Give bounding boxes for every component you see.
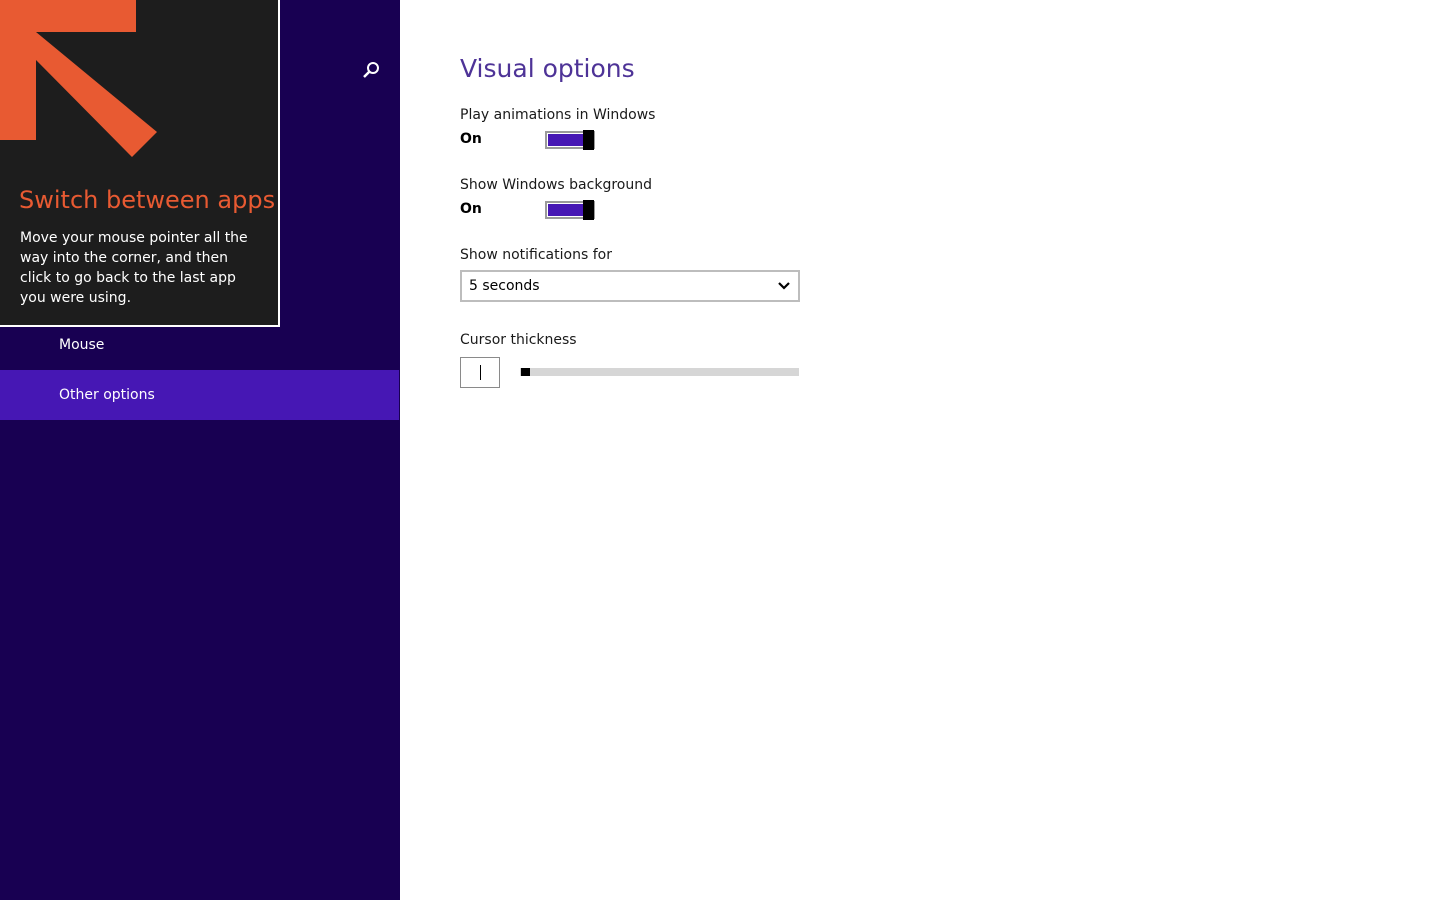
animations-toggle[interactable] [545,130,595,150]
cursor-caret [480,365,481,380]
notifications-value: 5 seconds [469,278,540,294]
toggle-thumb [583,200,594,220]
corner-arrow-icon [0,0,157,157]
sidebar-item-label: Other options [59,387,155,403]
cursor-thickness-slider[interactable] [520,365,800,381]
notifications-dropdown[interactable]: 5 seconds [460,270,800,302]
switch-apps-tip: Switch between apps Move your mouse poin… [0,0,280,327]
tip-title: Switch between apps [19,186,276,214]
chevron-down-icon [778,282,790,290]
background-label: Show Windows background [460,177,652,193]
cursor-preview [460,357,500,388]
slider-thumb[interactable] [521,368,530,376]
animations-state: On [460,131,482,147]
animations-label: Play animations in Windows [460,107,656,123]
sidebar-item-label: Mouse [59,337,105,353]
notifications-label: Show notifications for [460,247,612,263]
background-toggle[interactable] [545,200,595,220]
slider-rail [520,368,799,376]
toggle-thumb [583,130,594,150]
page-title: Visual options [460,54,635,83]
sidebar-item-other-options[interactable]: Other options [0,370,399,420]
background-state: On [460,201,482,217]
search-icon [363,62,379,78]
toggle-fill [548,204,584,216]
sidebar-item-mouse[interactable]: Mouse [0,320,399,370]
search-button[interactable] [358,58,384,84]
cursor-thickness-label: Cursor thickness [460,332,577,348]
toggle-fill [548,134,584,146]
tip-body: Move your mouse pointer all the way into… [20,230,248,306]
